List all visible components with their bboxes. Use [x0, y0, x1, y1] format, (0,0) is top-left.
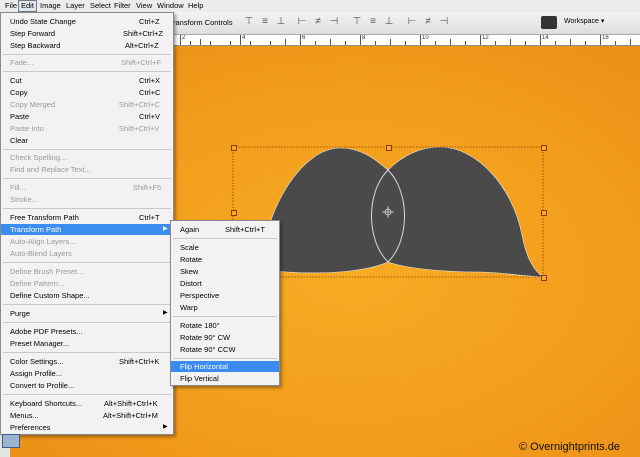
menu-item-clear[interactable]: Clear [1, 135, 173, 146]
menu-item-define-brush: Define Brush Preset... [10, 267, 84, 276]
menu-item-color-settings[interactable]: Color Settings... Shift+Ctrl+K [1, 356, 173, 367]
menu-item-preset-manager[interactable]: Preset Manager... [1, 338, 173, 349]
submenu-item-flip-horizontal[interactable]: Flip Horizontal [171, 361, 279, 372]
submenu-item-again[interactable]: Again Shift+Ctrl+T [171, 224, 279, 235]
menu-item-assign-profile[interactable]: Assign Profile... [1, 368, 173, 379]
menu-item-transform-path[interactable]: Transform Path ▶ [1, 224, 173, 235]
menu-item-copy[interactable]: Copy Ctrl+C [1, 87, 173, 98]
menu-item-convert-profile[interactable]: Convert to Profile... [1, 380, 173, 391]
menu-item-stroke: Stroke... [10, 195, 38, 204]
menu-item-paste[interactable]: Paste Ctrl+V [1, 111, 173, 122]
transform-handle-top[interactable] [386, 145, 392, 151]
menu-item-menus[interactable]: Menus... Alt+Shift+Ctrl+M [1, 410, 173, 421]
screen-mode-icon[interactable] [2, 434, 20, 448]
transform-handle-left[interactable] [231, 210, 237, 216]
menu-item-fill: Fill... Shift+F5 [10, 183, 162, 192]
submenu-arrow-icon: ▶ [163, 424, 168, 430]
submenu-item-warp[interactable]: Warp [171, 302, 279, 313]
menu-item-step-forward[interactable]: Step Forward Shift+Ctrl+Z [1, 28, 173, 39]
menu-item-auto-blend: Auto-Blend Layers [10, 249, 72, 258]
menu-item-free-transform-path[interactable]: Free Transform Path Ctrl+T [1, 212, 173, 223]
menu-item-step-backward[interactable]: Step Backward Alt+Ctrl+Z [1, 40, 173, 51]
menu-item-auto-align: Auto-Align Layers... [10, 237, 76, 246]
menu-item-define-custom-shape[interactable]: Define Custom Shape... [1, 290, 173, 301]
menu-item-fade: Fade... Shift+Ctrl+F [10, 58, 162, 67]
submenu-item-rotate-90-cw[interactable]: Rotate 90° CW [171, 332, 279, 343]
submenu-item-scale[interactable]: Scale [171, 242, 279, 253]
submenu-item-flip-vertical[interactable]: Flip Vertical [171, 373, 279, 384]
transform-handle-right[interactable] [541, 210, 547, 216]
mustache-shape[interactable] [261, 146, 544, 278]
submenu-item-skew[interactable]: Skew [171, 266, 279, 277]
transform-handle-bottom-right[interactable] [541, 275, 547, 281]
menu-item-undo[interactable]: Undo State Change Ctrl+Z [1, 16, 173, 27]
edit-menu: Undo State Change Ctrl+Z Step Forward Shif… [0, 12, 174, 435]
submenu-item-distort[interactable]: Distort [171, 278, 279, 289]
menu-item-find-replace: Find and Replace Text... [10, 165, 91, 174]
submenu-item-rotate-90-ccw[interactable]: Rotate 90° CCW [171, 344, 279, 355]
transform-handle-top-left[interactable] [231, 145, 237, 151]
submenu-arrow-icon: ▶ [163, 310, 168, 316]
menu-item-keyboard-shortcuts[interactable]: Keyboard Shortcuts... Alt+Shift+Ctrl+K [1, 398, 173, 409]
submenu-item-rotate-180[interactable]: Rotate 180° [171, 320, 279, 331]
submenu-arrow-icon: ▶ [163, 226, 168, 232]
menu-item-copy-merged: Copy Merged Shift+Ctrl+C [10, 100, 160, 109]
menu-item-define-pattern: Define Pattern... [10, 279, 65, 288]
menu-item-pdf-presets[interactable]: Adobe PDF Presets... [1, 326, 173, 337]
menu-item-preferences[interactable]: Preferences ▶ [1, 422, 173, 433]
submenu-item-perspective[interactable]: Perspective [171, 290, 279, 301]
copyright-watermark: © Overnightprints.de [519, 441, 621, 453]
menu-item-check-spelling: Check Spelling... [10, 153, 67, 162]
transform-handle-top-right[interactable] [541, 145, 547, 151]
menu-item-purge[interactable]: Purge ▶ [1, 308, 173, 319]
submenu-item-rotate[interactable]: Rotate [171, 254, 279, 265]
menu-item-cut[interactable]: Cut Ctrl+X [1, 75, 173, 86]
transform-path-submenu: Again Shift+Ctrl+T Scale Rotate Skew Dist… [170, 220, 280, 386]
menu-item-paste-into: Paste Into Shift+Ctrl+V [10, 124, 160, 133]
